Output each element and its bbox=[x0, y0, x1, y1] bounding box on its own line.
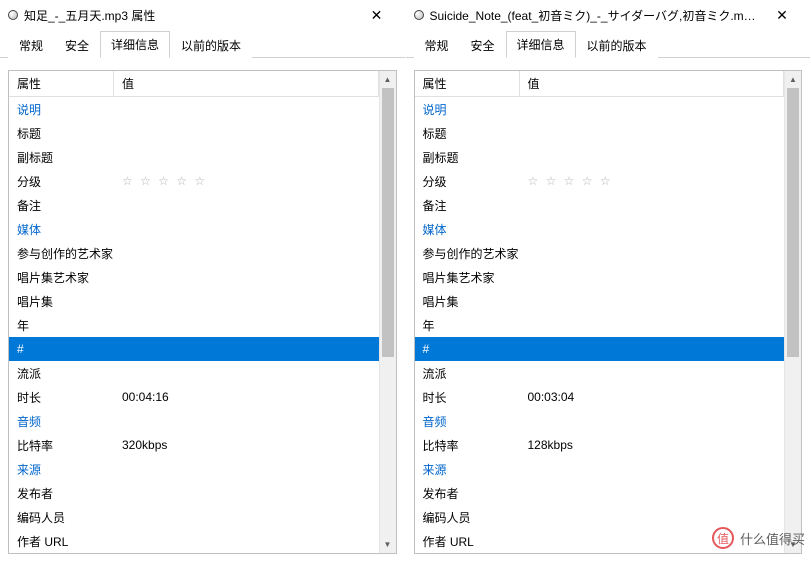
row-track[interactable]: # bbox=[415, 337, 785, 361]
watermark-text: 什么值得买 bbox=[740, 529, 805, 548]
col-property[interactable]: 属性 bbox=[9, 71, 114, 96]
row-genre[interactable]: 流派 bbox=[9, 361, 379, 385]
tab-previous-versions[interactable]: 以前的版本 bbox=[576, 32, 658, 58]
scroll-down-icon[interactable]: ▼ bbox=[380, 536, 396, 553]
row-album[interactable]: 唱片集 bbox=[415, 289, 785, 313]
value-bitrate: 320kbps bbox=[114, 438, 379, 452]
row-bitrate[interactable]: 比特率320kbps bbox=[9, 433, 379, 457]
watermark: 值 什么值得买 bbox=[712, 527, 805, 549]
value-bitrate: 128kbps bbox=[520, 438, 785, 452]
row-bitrate[interactable]: 比特率128kbps bbox=[415, 433, 785, 457]
row-subtitle[interactable]: 副标题 bbox=[415, 145, 785, 169]
row-comments[interactable]: 备注 bbox=[9, 193, 379, 217]
properties-dialog-right: Suicide_Note_(feat_初音ミク)_-_サイダーバグ,初音ミク.m… bbox=[406, 0, 811, 555]
window-title: Suicide_Note_(feat_初音ミク)_-_サイダーバグ,初音ミク.m… bbox=[430, 7, 757, 24]
scroll-track[interactable] bbox=[785, 88, 801, 536]
tab-previous-versions[interactable]: 以前的版本 bbox=[170, 32, 252, 58]
tab-bar: 常规 安全 详细信息 以前的版本 bbox=[0, 30, 405, 58]
row-publisher[interactable]: 发布者 bbox=[9, 481, 379, 505]
row-length[interactable]: 时长00:04:16 bbox=[9, 385, 379, 409]
properties-list: 属性 值 说明 标题 副标题 分级☆ ☆ ☆ ☆ ☆ 备注 媒体 参与创作的艺术… bbox=[414, 70, 803, 554]
scroll-up-icon[interactable]: ▲ bbox=[380, 71, 396, 88]
rating-stars[interactable]: ☆ ☆ ☆ ☆ ☆ bbox=[114, 174, 379, 188]
tab-bar: 常规 安全 详细信息 以前的版本 bbox=[406, 30, 811, 58]
rating-stars[interactable]: ☆ ☆ ☆ ☆ ☆ bbox=[520, 174, 785, 188]
titlebar[interactable]: 知足_-_五月天.mp3 属性 ✕ bbox=[0, 0, 405, 30]
col-value[interactable]: 值 bbox=[114, 71, 379, 96]
section-media: 媒体 bbox=[9, 217, 379, 241]
tab-general[interactable]: 常规 bbox=[8, 32, 54, 58]
list-header: 属性 值 bbox=[415, 71, 785, 97]
section-description: 说明 bbox=[9, 97, 379, 121]
section-description: 说明 bbox=[415, 97, 785, 121]
row-track[interactable]: # bbox=[9, 337, 379, 361]
tab-details[interactable]: 详细信息 bbox=[100, 31, 170, 58]
close-button[interactable]: ✕ bbox=[357, 0, 397, 30]
row-genre[interactable]: 流派 bbox=[415, 361, 785, 385]
row-subtitle[interactable]: 副标题 bbox=[9, 145, 379, 169]
value-length: 00:04:16 bbox=[114, 390, 379, 404]
row-title[interactable]: 标题 bbox=[9, 121, 379, 145]
section-media: 媒体 bbox=[415, 217, 785, 241]
scrollbar[interactable]: ▲ ▼ bbox=[379, 71, 396, 553]
value-length: 00:03:04 bbox=[520, 390, 785, 404]
tab-details[interactable]: 详细信息 bbox=[506, 31, 576, 58]
row-publisher[interactable]: 发布者 bbox=[415, 481, 785, 505]
tab-security[interactable]: 安全 bbox=[54, 32, 100, 58]
col-property[interactable]: 属性 bbox=[415, 71, 520, 96]
properties-list: 属性 值 说明 标题 副标题 分级☆ ☆ ☆ ☆ ☆ 备注 媒体 参与创作的艺术… bbox=[8, 70, 397, 554]
file-icon bbox=[8, 10, 18, 20]
scroll-thumb[interactable] bbox=[787, 88, 799, 357]
section-audio: 音频 bbox=[9, 409, 379, 433]
close-button[interactable]: ✕ bbox=[762, 0, 802, 30]
section-origin: 来源 bbox=[9, 457, 379, 481]
tab-general[interactable]: 常规 bbox=[414, 32, 460, 58]
tab-security[interactable]: 安全 bbox=[460, 32, 506, 58]
row-title[interactable]: 标题 bbox=[415, 121, 785, 145]
titlebar[interactable]: Suicide_Note_(feat_初音ミク)_-_サイダーバグ,初音ミク.m… bbox=[406, 0, 811, 30]
watermark-logo-icon: 值 bbox=[712, 527, 734, 549]
scrollbar[interactable]: ▲ ▼ bbox=[784, 71, 801, 553]
row-encoded-by[interactable]: 编码人员 bbox=[9, 505, 379, 529]
row-contributing-artists[interactable]: 参与创作的艺术家 bbox=[9, 241, 379, 265]
section-audio: 音频 bbox=[415, 409, 785, 433]
tab-content: 属性 值 说明 标题 副标题 分级☆ ☆ ☆ ☆ ☆ 备注 媒体 参与创作的艺术… bbox=[406, 58, 811, 562]
window-title: 知足_-_五月天.mp3 属性 bbox=[24, 7, 351, 24]
row-album[interactable]: 唱片集 bbox=[9, 289, 379, 313]
scroll-thumb[interactable] bbox=[382, 88, 394, 357]
file-icon bbox=[414, 10, 424, 20]
row-length[interactable]: 时长00:03:04 bbox=[415, 385, 785, 409]
section-origin: 来源 bbox=[415, 457, 785, 481]
row-author-url[interactable]: 作者 URL bbox=[9, 529, 379, 553]
row-rating[interactable]: 分级☆ ☆ ☆ ☆ ☆ bbox=[9, 169, 379, 193]
properties-list-body[interactable]: 属性 值 说明 标题 副标题 分级☆ ☆ ☆ ☆ ☆ 备注 媒体 参与创作的艺术… bbox=[9, 71, 379, 553]
row-comments[interactable]: 备注 bbox=[415, 193, 785, 217]
scroll-track[interactable] bbox=[380, 88, 396, 536]
tab-content: 属性 值 说明 标题 副标题 分级☆ ☆ ☆ ☆ ☆ 备注 媒体 参与创作的艺术… bbox=[0, 58, 405, 562]
properties-list-body[interactable]: 属性 值 说明 标题 副标题 分级☆ ☆ ☆ ☆ ☆ 备注 媒体 参与创作的艺术… bbox=[415, 71, 785, 553]
col-value[interactable]: 值 bbox=[520, 71, 785, 96]
scroll-up-icon[interactable]: ▲ bbox=[785, 71, 801, 88]
row-year[interactable]: 年 bbox=[415, 313, 785, 337]
row-rating[interactable]: 分级☆ ☆ ☆ ☆ ☆ bbox=[415, 169, 785, 193]
row-year[interactable]: 年 bbox=[9, 313, 379, 337]
row-contributing-artists[interactable]: 参与创作的艺术家 bbox=[415, 241, 785, 265]
row-album-artist[interactable]: 唱片集艺术家 bbox=[9, 265, 379, 289]
row-album-artist[interactable]: 唱片集艺术家 bbox=[415, 265, 785, 289]
list-header: 属性 值 bbox=[9, 71, 379, 97]
properties-dialog-left: 知足_-_五月天.mp3 属性 ✕ 常规 安全 详细信息 以前的版本 属性 值 … bbox=[0, 0, 406, 555]
row-encoded-by[interactable]: 编码人员 bbox=[415, 505, 785, 529]
